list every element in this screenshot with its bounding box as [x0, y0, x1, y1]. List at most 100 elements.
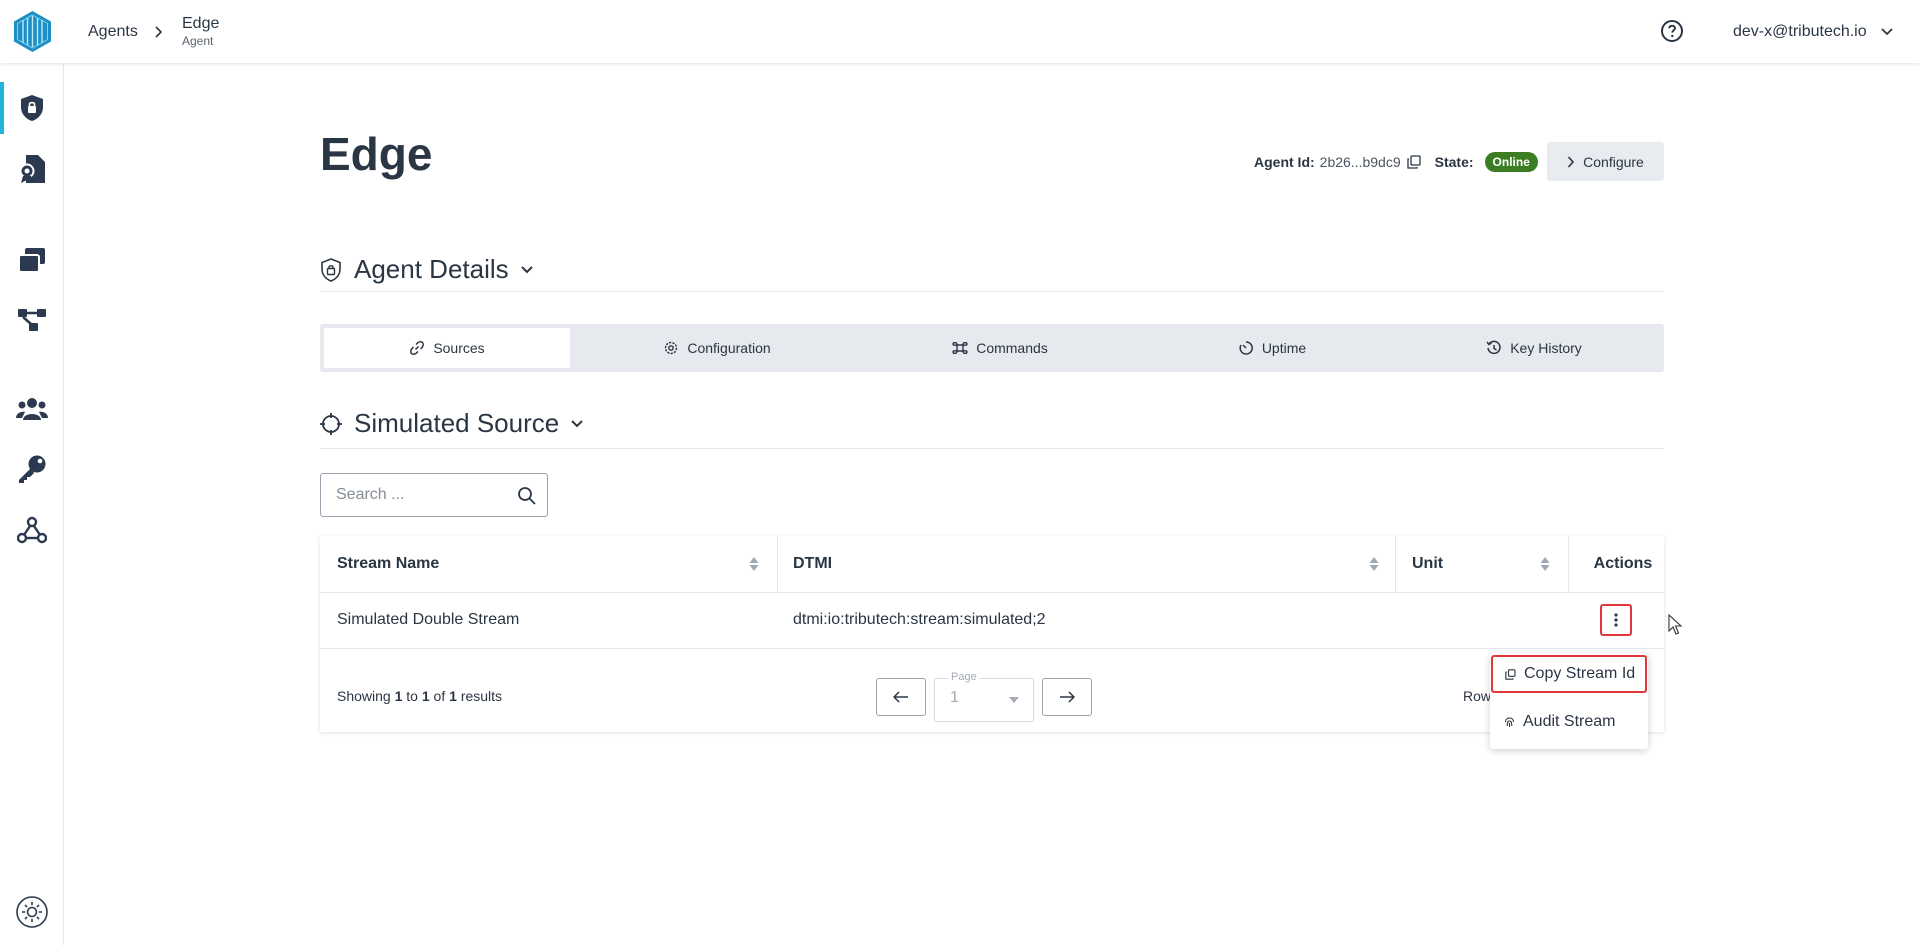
help-icon[interactable]	[1660, 19, 1684, 43]
summary-total: 1	[449, 688, 457, 704]
chevron-down-icon	[1881, 27, 1893, 35]
more-vertical-icon	[1614, 613, 1618, 627]
user-menu[interactable]: dev-x@tributech.io	[1733, 0, 1893, 63]
copy-stream-id-menu-item[interactable]: Copy Stream Id	[1491, 655, 1647, 693]
link-icon	[410, 341, 425, 355]
tab-bar: Sources Configuration Commands Uptime Ke…	[320, 324, 1664, 372]
audit-stream-menu-item[interactable]: Audit Stream	[1490, 703, 1648, 741]
network-nodes-icon	[17, 309, 46, 331]
caret-down-icon	[1009, 697, 1019, 703]
webhook-icon	[16, 516, 47, 544]
summary-from: 1	[394, 688, 403, 704]
chevron-down-icon	[571, 419, 583, 427]
tab-label: Uptime	[1261, 340, 1307, 356]
top-bar: Agents Edge Agent dev-x@tributech.io	[0, 0, 1920, 63]
state-label: State:	[1434, 154, 1474, 170]
agent-id-value: 2b26...b9dc9	[1319, 154, 1401, 170]
history-icon	[1486, 340, 1501, 355]
search-input[interactable]	[321, 485, 518, 505]
certificate-file-icon	[19, 155, 45, 183]
sort-icon[interactable]	[749, 556, 759, 572]
rows-per-page-label: Row	[1463, 688, 1492, 704]
command-icon	[952, 341, 968, 355]
cell-dtmi: dtmi:io:tributech:stream:simulated;2	[793, 611, 1046, 628]
sidebar	[0, 63, 64, 945]
copy-icon[interactable]	[1406, 155, 1421, 169]
column-header-label: DTMI	[793, 555, 833, 572]
column-header-label: Unit	[1412, 555, 1444, 572]
arrow-right-icon	[1060, 691, 1075, 703]
agent-details-title: Agent Details	[354, 254, 509, 284]
user-email: dev-x@tributech.io	[1733, 22, 1867, 40]
shield-lock-outline-icon	[321, 257, 341, 282]
breadcrumb-current-title: Edge	[182, 14, 220, 32]
copy-icon	[1505, 668, 1516, 680]
sidebar-item-webhooks[interactable]	[0, 504, 63, 556]
sidebar-item-security[interactable]	[0, 82, 63, 134]
sidebar-item-users[interactable]	[0, 383, 63, 435]
cell-stream-name: Simulated Double Stream	[337, 611, 520, 628]
tab-key-history[interactable]: Key History	[1408, 328, 1660, 368]
summary-text: of	[433, 688, 446, 704]
column-header-dtmi[interactable]: DTMI	[793, 536, 1393, 592]
sidebar-item-keys[interactable]	[0, 443, 63, 495]
summary-text: results	[460, 688, 503, 704]
arrow-left-icon	[893, 691, 908, 703]
column-header-label: Stream Name	[337, 555, 440, 572]
breadcrumb-separator-icon	[154, 0, 164, 63]
agent-details-divider	[320, 291, 1664, 292]
tab-label: Sources	[433, 340, 485, 356]
agent-details-header[interactable]: Agent Details	[320, 254, 533, 285]
mouse-cursor-icon	[1668, 614, 1682, 635]
sidebar-item-streams[interactable]	[0, 234, 63, 286]
page-select-label: Page	[949, 671, 979, 683]
source-crosshair-icon	[320, 412, 342, 435]
configure-label: Configure	[1583, 153, 1644, 170]
menu-item-label: Audit Stream	[1523, 713, 1616, 730]
page-select[interactable]: Page 1	[934, 671, 1034, 722]
tributech-logo-icon[interactable]	[11, 10, 54, 53]
column-header-stream-name[interactable]: Stream Name	[337, 536, 777, 592]
key-icon	[18, 455, 45, 483]
menu-item-label: Copy Stream Id	[1524, 665, 1636, 682]
sidebar-item-certificates[interactable]	[0, 143, 63, 195]
next-page-button[interactable]	[1042, 678, 1092, 716]
agent-meta: Agent Id: 2b26...b9dc9 State: Online	[1254, 150, 1538, 174]
results-summary: Showing 1 to 1 of 1 results	[337, 688, 502, 704]
chevron-right-icon	[1568, 155, 1575, 168]
timer-icon	[1239, 341, 1253, 355]
breadcrumb-current: Edge Agent	[182, 0, 219, 63]
tab-label: Configuration	[687, 340, 771, 356]
sun-icon	[15, 896, 48, 928]
column-separator	[777, 536, 778, 592]
sort-icon[interactable]	[1369, 556, 1379, 572]
column-header-label: Actions	[1593, 555, 1653, 572]
streams-table: Stream Name DTMI Unit Actions Simulated …	[320, 536, 1664, 732]
row-divider	[320, 648, 1664, 649]
tab-commands[interactable]: Commands	[864, 328, 1136, 368]
tab-label: Key History	[1510, 340, 1582, 356]
summary-text: to	[406, 688, 418, 704]
shield-lock-icon	[20, 95, 43, 121]
column-separator	[1395, 536, 1396, 592]
previous-page-button[interactable]	[876, 678, 926, 716]
tab-sources[interactable]: Sources	[324, 328, 570, 368]
breadcrumb-agents-link[interactable]: Agents	[88, 0, 138, 63]
configure-button[interactable]: Configure	[1547, 142, 1664, 181]
sidebar-item-network[interactable]	[0, 294, 63, 346]
page-title: Edge	[320, 128, 433, 180]
search-icon[interactable]	[517, 486, 537, 506]
source-header[interactable]: Simulated Source	[320, 408, 583, 439]
breadcrumb-current-subtitle: Agent	[182, 33, 214, 48]
theme-toggle[interactable]	[0, 886, 63, 938]
fingerprint-icon	[1504, 716, 1515, 727]
tab-uptime[interactable]: Uptime	[1152, 328, 1392, 368]
sort-icon[interactable]	[1540, 556, 1550, 572]
gear-icon	[665, 341, 678, 355]
column-header-actions: Actions	[1588, 536, 1658, 592]
row-actions-button[interactable]	[1600, 604, 1632, 636]
tab-configuration[interactable]: Configuration	[586, 328, 848, 368]
search-box	[320, 473, 548, 517]
agent-id-label: Agent Id:	[1254, 154, 1315, 170]
source-title: Simulated Source	[354, 408, 560, 438]
